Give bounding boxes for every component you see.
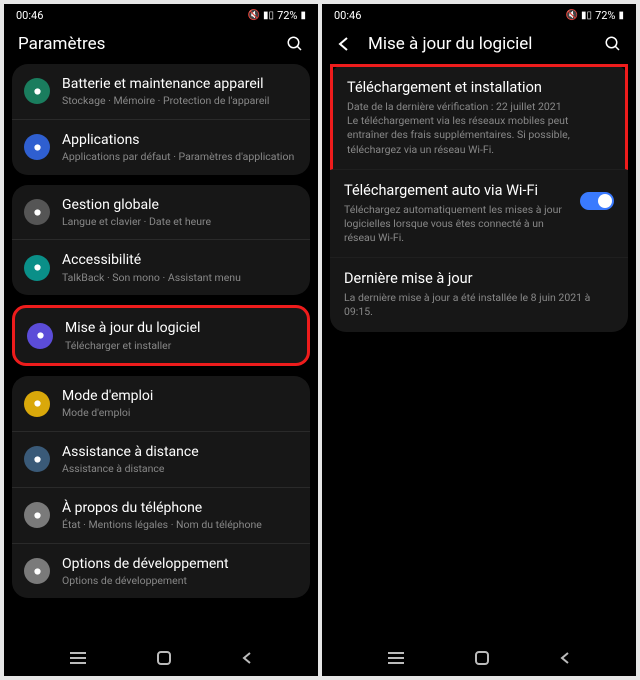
row-subtitle: Mode d'emploi <box>62 406 298 420</box>
row-text: Gestion globaleLangue et clavier · Date … <box>62 196 298 229</box>
signal-icon: ▮▯ <box>581 10 592 21</box>
row-subtitle: Télécharger et installer <box>65 339 295 353</box>
volume-icon: 🔇 <box>248 10 260 21</box>
battery-text: 72% <box>595 9 615 22</box>
status-bar: 00:46 🔇 ▮▯ 72% ▮ <box>322 4 636 26</box>
row-subtitle: Applications par défaut · Paramètres d'a… <box>62 150 298 164</box>
battery-text: 72% <box>277 9 297 22</box>
page-title: Paramètres <box>18 34 286 54</box>
nav-back-icon[interactable] <box>240 651 254 665</box>
nav-bar <box>4 640 318 676</box>
volume-icon: 🔇 <box>566 10 578 21</box>
settings-list: Batterie et maintenance appareilStockage… <box>4 64 318 640</box>
row-title: Téléchargement auto via Wi-Fi <box>344 182 570 199</box>
user-manual-icon <box>24 391 50 417</box>
header: Mise à jour du logiciel <box>322 26 636 64</box>
row-subtitle: La dernière mise à jour a été installée … <box>344 291 614 319</box>
detail-auto-download-wifi[interactable]: Téléchargement auto via Wi-Fi Téléchargez… <box>330 170 628 259</box>
row-title: Options de développement <box>62 555 298 573</box>
settings-row-user-manual[interactable]: Mode d'emploiMode d'emploi <box>12 376 310 432</box>
accessibility-icon <box>24 255 50 281</box>
row-subtitle: Options de développement <box>62 574 298 588</box>
row-title: Téléchargement et installation <box>347 79 611 96</box>
applications-icon <box>24 134 50 160</box>
settings-row-about-phone[interactable]: À propos du téléphoneÉtat · Mentions lég… <box>12 488 310 544</box>
nav-back-icon[interactable] <box>558 651 572 665</box>
wifi-toggle[interactable] <box>580 192 614 210</box>
nav-bar <box>322 640 636 676</box>
row-title: Mode d'emploi <box>62 387 298 405</box>
phone-right: 00:46 🔇 ▮▯ 72% ▮ Mise à jour du logiciel… <box>322 4 636 676</box>
row-subtitle: Assistance à distance <box>62 462 298 476</box>
settings-row-remote-assistance[interactable]: Assistance à distanceAssistance à distan… <box>12 432 310 488</box>
row-subtitle: Stockage · Mémoire · Protection de l'app… <box>62 94 298 108</box>
global-management-icon <box>24 199 50 225</box>
status-icons: 🔇 ▮▯ 72% ▮ <box>248 9 306 22</box>
row-subtitle: Langue et clavier · Date et heure <box>62 215 298 229</box>
status-icons: 🔇 ▮▯ 72% ▮ <box>566 9 624 22</box>
about-phone-icon <box>24 502 50 528</box>
row-text: Mode d'emploiMode d'emploi <box>62 387 298 420</box>
header: Paramètres <box>4 26 318 64</box>
row-text: Batterie et maintenance appareilStockage… <box>62 75 298 108</box>
settings-row-developer-options[interactable]: Options de développementOptions de dével… <box>12 544 310 599</box>
page-title: Mise à jour du logiciel <box>368 34 604 54</box>
row-text: Assistance à distanceAssistance à distan… <box>62 443 298 476</box>
remote-assistance-icon <box>24 446 50 472</box>
row-subtitle: TalkBack · Son mono · Assistant menu <box>62 271 298 285</box>
nav-recent-icon[interactable] <box>386 651 406 665</box>
row-title: Applications <box>62 131 298 149</box>
row-text: À propos du téléphoneÉtat · Mentions lég… <box>62 499 298 532</box>
search-icon[interactable] <box>604 35 622 53</box>
update-list: Téléchargement et installation Date de la… <box>322 64 636 640</box>
status-time: 00:46 <box>334 9 361 22</box>
row-text: Mise à jour du logiciel Télécharger et in… <box>65 319 295 352</box>
developer-options-icon <box>24 558 50 584</box>
nav-home-icon[interactable] <box>474 650 490 666</box>
row-text: Options de développementOptions de dével… <box>62 555 298 588</box>
phone-left: 00:46 🔇 ▮▯ 72% ▮ Paramètres Batterie et … <box>4 4 318 676</box>
row-subtitle: État · Mentions légales · Nom du télépho… <box>62 518 298 532</box>
battery-icon: ▮ <box>300 10 306 21</box>
row-title: Mise à jour du logiciel <box>65 319 295 337</box>
row-title: Dernière mise à jour <box>344 270 614 287</box>
row-subtitle: Date de la dernière vérification : 22 ju… <box>347 100 611 157</box>
settings-row-software-update[interactable]: Mise à jour du logiciel Télécharger et in… <box>15 308 307 363</box>
nav-recent-icon[interactable] <box>68 651 88 665</box>
row-title: Assistance à distance <box>62 443 298 461</box>
detail-download-install[interactable]: Téléchargement et installation Date de la… <box>330 64 628 170</box>
row-text: Téléchargement auto via Wi-Fi Téléchargez… <box>344 182 570 246</box>
row-title: Gestion globale <box>62 196 298 214</box>
settings-row-battery-maintenance[interactable]: Batterie et maintenance appareilStockage… <box>12 64 310 120</box>
back-icon[interactable] <box>336 36 356 52</box>
nav-home-icon[interactable] <box>156 650 172 666</box>
status-time: 00:46 <box>16 9 43 22</box>
row-title: Accessibilité <box>62 251 298 269</box>
row-subtitle: Téléchargez automatiquement les mises à … <box>344 203 570 246</box>
battery-icon: ▮ <box>618 10 624 21</box>
row-text: Accessibilité TalkBack · Son mono · Assis… <box>62 251 298 284</box>
search-icon[interactable] <box>286 35 304 53</box>
battery-maintenance-icon <box>24 78 50 104</box>
software-update-icon <box>27 323 53 349</box>
settings-row-accessibility[interactable]: Accessibilité TalkBack · Son mono · Assis… <box>12 240 310 295</box>
settings-row-global-management[interactable]: Gestion globaleLangue et clavier · Date … <box>12 185 310 241</box>
signal-icon: ▮▯ <box>263 10 274 21</box>
row-title: Batterie et maintenance appareil <box>62 75 298 93</box>
settings-row-applications[interactable]: ApplicationsApplications par défaut · Pa… <box>12 120 310 175</box>
row-text: ApplicationsApplications par défaut · Pa… <box>62 131 298 164</box>
detail-last-update[interactable]: Dernière mise à jour La dernière mise à j… <box>330 258 628 331</box>
status-bar: 00:46 🔇 ▮▯ 72% ▮ <box>4 4 318 26</box>
row-title: À propos du téléphone <box>62 499 298 517</box>
